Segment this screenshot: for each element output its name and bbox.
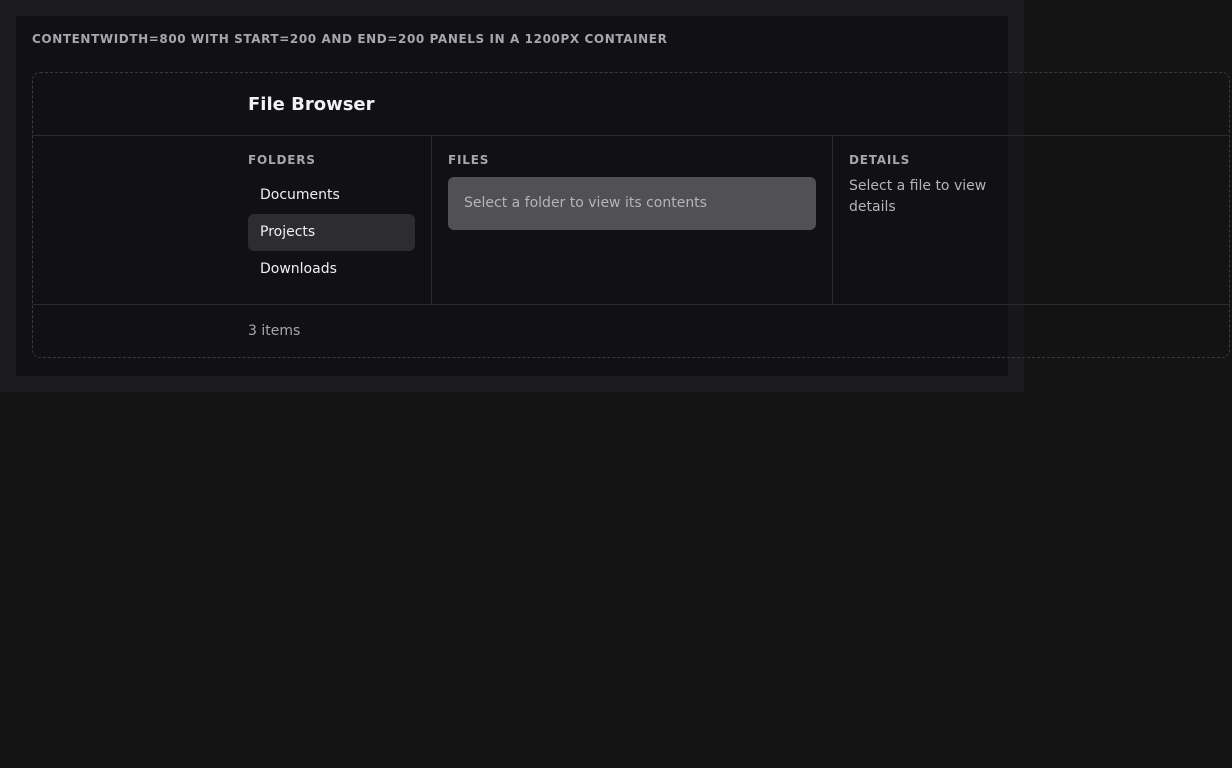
folders-section-label: FOLDERS (248, 153, 316, 167)
demo-caption: CONTENTWIDTH=800 WITH START=200 AND END=… (32, 32, 668, 46)
folder-item-downloads[interactable]: Downloads (248, 251, 415, 288)
folder-item-projects[interactable]: Projects (248, 214, 415, 251)
item-count-status: 3 items (248, 323, 301, 339)
header-divider (33, 135, 1230, 136)
page-title: File Browser (248, 94, 375, 115)
details-empty-message: Select a file to view details (849, 178, 987, 215)
folders-files-divider (431, 136, 432, 304)
footer-divider (33, 304, 1230, 305)
details-section-label: DETAILS (849, 153, 911, 167)
files-section-label: FILES (448, 153, 490, 167)
files-details-divider (832, 136, 833, 304)
folder-item-documents[interactable]: Documents (248, 177, 415, 214)
files-empty-placeholder: Select a folder to view its contents (448, 177, 816, 230)
